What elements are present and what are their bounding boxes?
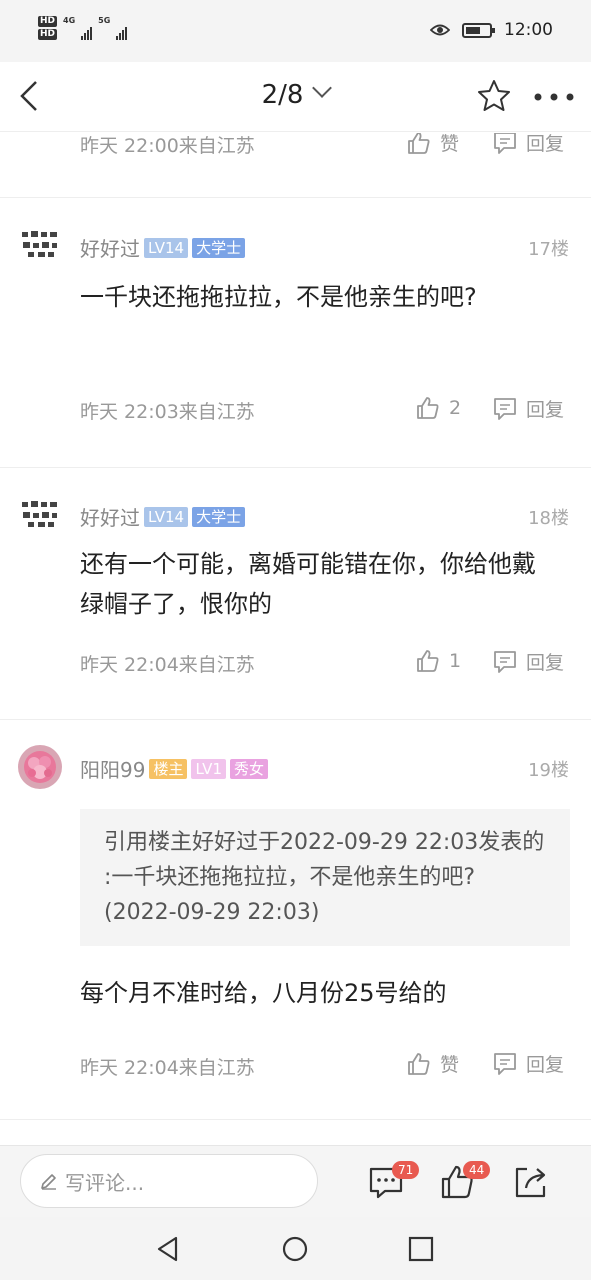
like-count-badge: 44 <box>463 1161 491 1179</box>
star-icon[interactable] <box>476 78 512 114</box>
floor-number: 17楼 <box>528 239 569 260</box>
comment-item: 好好过 LV14 大学士 17楼 一千块还拖拖拉拉，不是他亲生的吧? 昨天 22… <box>0 200 591 468</box>
comment-meta: 昨天 22:00来自江苏 <box>80 135 255 157</box>
level-badge: LV14 <box>144 506 189 527</box>
comment-meta: 昨天 22:04来自江苏 <box>80 654 255 676</box>
clock-time: 12:00 <box>504 20 553 40</box>
comment-item: 阳阳99 楼主 LV1 秀女 19楼 引用楼主好好过于2022-09-29 22… <box>0 720 591 1120</box>
pencil-icon <box>41 1174 56 1190</box>
reply-label: 回复 <box>526 652 565 674</box>
reply-button[interactable]: 回复 <box>492 395 564 422</box>
system-home-icon[interactable] <box>281 1235 309 1263</box>
reply-icon <box>494 397 516 420</box>
like-count: 1 <box>449 650 462 672</box>
degree-badge: 大学士 <box>192 237 246 258</box>
like-label: 赞 <box>440 133 460 155</box>
like-button[interactable]: 赞 <box>406 133 459 156</box>
floor-number: 18楼 <box>528 508 569 529</box>
title-badge: 秀女 <box>229 758 268 779</box>
reply-label: 回复 <box>526 133 565 155</box>
system-recents-icon[interactable] <box>407 1235 435 1263</box>
username[interactable]: 好好过 <box>80 502 140 531</box>
comment-input[interactable]: 写评论... <box>20 1154 318 1208</box>
system-navigation-bar <box>0 1217 591 1280</box>
partial-comment: 昨天 22:00来自江苏 赞 回复 <box>0 133 591 198</box>
avatar[interactable] <box>18 745 62 789</box>
avatar[interactable] <box>18 492 62 536</box>
like-count: 2 <box>449 397 462 419</box>
degree-badge: 大学士 <box>192 506 246 527</box>
reply-icon <box>494 133 516 154</box>
comment-text: 一千块还拖拖拉拉，不是他亲生的吧? <box>80 283 477 311</box>
more-icon[interactable] <box>533 92 575 102</box>
reply-button[interactable]: 回复 <box>492 1050 564 1077</box>
like-button[interactable]: 2 <box>415 395 461 421</box>
network-4g-label: 4G <box>63 16 76 25</box>
username-row: 阳阳99 楼主 LV1 秀女 <box>80 754 268 783</box>
username-row: 好好过 LV14 大学士 <box>80 502 246 531</box>
username[interactable]: 阳阳99 <box>80 754 145 783</box>
status-bar: HD HD 4G 5G 12:00 <box>0 0 591 62</box>
battery-icon <box>462 22 495 38</box>
thumbs-up-icon <box>417 650 439 672</box>
avatar[interactable] <box>18 222 62 266</box>
comment-text: 每个月不准时给，八月份25号给的 <box>80 979 447 1007</box>
level-badge: LV14 <box>144 237 189 258</box>
comment-item: 好好过 LV14 大学士 18楼 还有一个可能，离婚可能错在你，你给他戴绿帽子了… <box>0 468 591 720</box>
reply-label: 回复 <box>526 399 565 421</box>
like-button[interactable]: 1 <box>415 648 461 674</box>
reply-button[interactable]: 回复 <box>492 133 564 156</box>
reply-icon <box>494 1052 516 1075</box>
signal-bars-icon <box>116 26 128 40</box>
system-back-icon[interactable] <box>154 1235 182 1263</box>
comment-text: 还有一个可能，离婚可能错在你，你给他戴绿帽子了，恨你的 <box>80 550 536 618</box>
like-label: 赞 <box>440 1054 460 1076</box>
owner-badge: 楼主 <box>149 758 188 779</box>
network-5g-label: 5G <box>98 16 111 25</box>
floor-number: 19楼 <box>528 760 569 781</box>
reply-icon <box>494 650 516 673</box>
sim2-hd-label: HD <box>38 29 58 40</box>
reply-label: 回复 <box>526 1054 565 1076</box>
username-row: 好好过 LV14 大学士 <box>80 233 246 262</box>
comment-meta: 昨天 22:04来自江苏 <box>80 1057 255 1079</box>
eye-icon <box>430 24 450 36</box>
quoted-comment[interactable]: 引用楼主好好过于2022-09-29 22:03发表的 :一千块还拖拖拉拉，不是… <box>80 809 570 946</box>
page-indicator-label: 2/8 <box>261 80 304 110</box>
level-badge: LV1 <box>191 758 226 779</box>
signal-area: HD HD 4G 5G <box>38 16 128 40</box>
bottom-action-bar: 写评论... 71 44 <box>0 1145 591 1217</box>
thumbs-up-icon <box>408 133 430 154</box>
comment-input-placeholder: 写评论... <box>65 1170 145 1195</box>
username[interactable]: 好好过 <box>80 233 140 262</box>
comment-list[interactable]: 昨天 22:00来自江苏 赞 回复 好好过 LV14 大学士 17楼 一千块还拖… <box>0 133 591 1145</box>
comment-count-badge: 71 <box>392 1161 420 1179</box>
sim1-hd-label: HD <box>38 16 58 27</box>
reply-button[interactable]: 回复 <box>492 648 564 675</box>
chevron-down-icon <box>312 78 333 98</box>
share-icon[interactable] <box>513 1164 549 1200</box>
like-button[interactable]: 赞 <box>406 1050 459 1077</box>
thumbs-up-icon <box>408 1052 430 1075</box>
signal-bars-icon <box>81 26 93 40</box>
thumbs-up-icon <box>417 397 439 419</box>
comment-meta: 昨天 22:03来自江苏 <box>80 401 255 423</box>
